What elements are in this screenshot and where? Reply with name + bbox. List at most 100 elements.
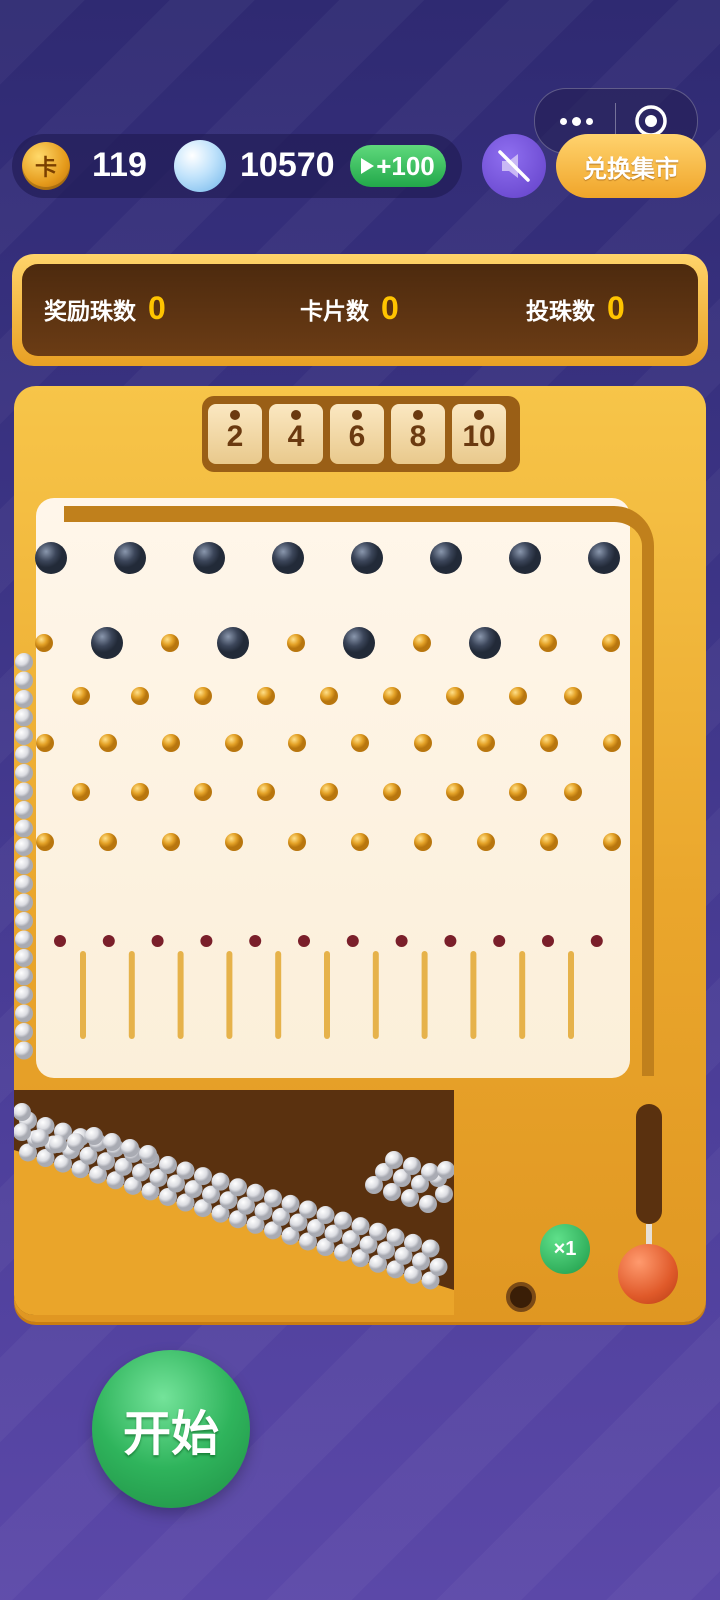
- red-pin: [493, 935, 506, 947]
- gold-peg: [131, 783, 149, 801]
- reward-beads-value: 0: [148, 290, 166, 326]
- gold-peg: [35, 634, 53, 652]
- bead-tray: [14, 1090, 454, 1315]
- resource-bar: 卡 119 10570 +100: [12, 134, 462, 198]
- gold-peg: [131, 687, 149, 705]
- tray-bead: [103, 1133, 121, 1151]
- gold-peg: [225, 734, 243, 752]
- gold-peg: [257, 687, 275, 705]
- gold-peg: [257, 783, 275, 801]
- red-pin: [54, 935, 66, 947]
- launcher-knob[interactable]: [618, 1244, 678, 1304]
- queued-bead: [15, 838, 33, 856]
- red-pin: [298, 935, 310, 947]
- gold-peg: [194, 687, 212, 705]
- dark-peg: [193, 542, 225, 574]
- gold-peg: [603, 833, 621, 851]
- slot-divider: [226, 951, 233, 1039]
- bead-exit-hole: [506, 1282, 536, 1312]
- exchange-market-button[interactable]: 兑换集市: [556, 134, 706, 198]
- tray-slope: [14, 1103, 454, 1315]
- tray-bead: [421, 1239, 440, 1258]
- tray-bead: [67, 1133, 85, 1151]
- ad-bonus-label: +100: [376, 150, 435, 181]
- gold-peg: [161, 634, 179, 652]
- tray-bead: [31, 1129, 49, 1147]
- gold-peg: [509, 687, 527, 705]
- pachinko-board: 2 4 6 8 10 ×1: [14, 386, 706, 1322]
- dark-peg: [217, 627, 249, 659]
- peg-field: [15, 542, 621, 1060]
- tray-bead: [264, 1189, 282, 1208]
- red-pin: [346, 935, 359, 947]
- gold-peg: [383, 783, 401, 801]
- gold-peg: [477, 833, 495, 851]
- queued-bead: [15, 671, 33, 690]
- stats-panel-inner: 奖励珠数 0 卡片数 0 投珠数 0: [22, 264, 698, 356]
- queued-bead: [15, 986, 33, 1004]
- dark-peg: [509, 542, 541, 574]
- dark-peg: [272, 542, 304, 574]
- tray-bead: [85, 1127, 103, 1145]
- tray-bead: [403, 1157, 421, 1175]
- gold-peg: [320, 687, 338, 705]
- red-pin: [444, 935, 457, 947]
- pearl-count: 10570: [240, 146, 335, 184]
- red-pin: [590, 935, 603, 947]
- gold-peg: [564, 783, 582, 801]
- red-pin: [102, 935, 115, 947]
- tray-bead: [299, 1200, 317, 1219]
- queued-bead: [15, 930, 33, 949]
- thrown-beads-stat: 投珠数 0: [526, 290, 625, 327]
- dark-peg: [35, 542, 67, 574]
- tray-bead: [435, 1185, 453, 1203]
- cards-label: 卡片数: [300, 298, 369, 324]
- dark-peg: [114, 542, 146, 574]
- gold-peg: [414, 833, 432, 851]
- tray-bead: [159, 1155, 177, 1174]
- card-coin-icon: 卡: [22, 142, 70, 190]
- queued-bead: [15, 1004, 33, 1023]
- slot-divider: [275, 951, 282, 1039]
- gold-peg: [414, 734, 432, 752]
- mute-button[interactable]: [482, 134, 546, 198]
- tray-bead: [139, 1145, 157, 1163]
- more-dots-icon[interactable]: [555, 105, 597, 137]
- tray-bead: [429, 1257, 448, 1276]
- slot-divider: [324, 951, 330, 1039]
- gold-peg: [477, 734, 495, 752]
- slot-divider: [80, 951, 86, 1039]
- queued-bead: [15, 967, 33, 986]
- tray-bead: [121, 1139, 139, 1157]
- gold-peg: [446, 783, 464, 801]
- multiplier-badge[interactable]: ×1: [540, 1224, 590, 1274]
- tray-bead: [369, 1222, 387, 1241]
- red-pin: [200, 935, 213, 947]
- thrown-beads-label: 投珠数: [526, 298, 595, 324]
- gold-peg: [602, 634, 620, 652]
- reward-beads-label: 奖励珠数: [44, 298, 136, 324]
- thrown-beads-value: 0: [607, 290, 625, 326]
- gold-peg: [194, 783, 212, 801]
- start-button[interactable]: 开始: [92, 1350, 250, 1508]
- gold-peg: [564, 687, 582, 705]
- cards-value: 0: [381, 290, 399, 326]
- tray-bead: [194, 1167, 212, 1186]
- slot-divider: [372, 951, 379, 1039]
- tray-bead: [316, 1206, 335, 1225]
- gold-peg: [287, 634, 305, 652]
- queued-bead: [15, 745, 33, 764]
- tray-bead: [49, 1135, 67, 1153]
- gold-peg: [540, 833, 558, 851]
- ad-bonus-button[interactable]: +100: [350, 145, 446, 187]
- queued-bead: [15, 727, 33, 745]
- tray-bead: [419, 1195, 437, 1213]
- gold-peg: [603, 734, 621, 752]
- red-pin: [542, 935, 554, 947]
- queued-bead: [15, 819, 33, 838]
- red-pin: [249, 935, 262, 947]
- queued-bead: [15, 782, 33, 801]
- gold-peg: [351, 833, 369, 851]
- dark-peg: [588, 542, 620, 574]
- tray-bead: [211, 1172, 230, 1191]
